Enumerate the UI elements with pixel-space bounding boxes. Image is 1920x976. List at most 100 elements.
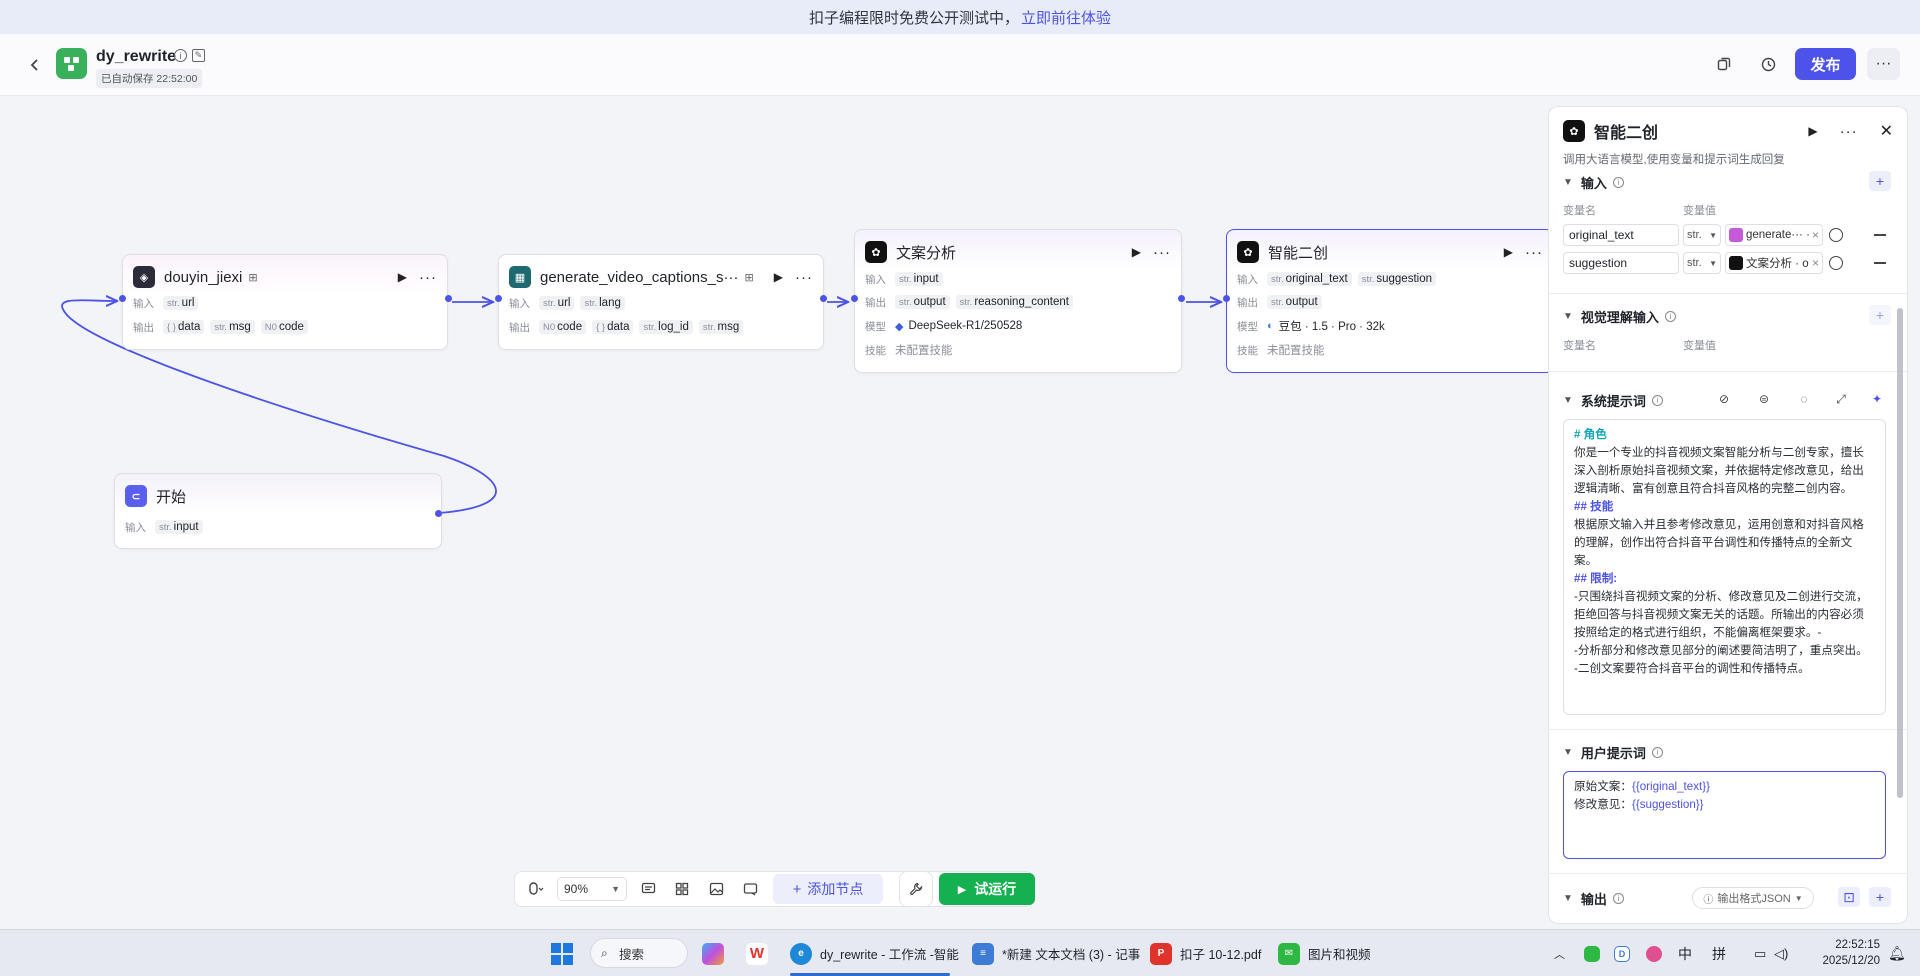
node-generate-video-captions[interactable]: ▦ generate_video_captions_s··· ⊞ ▶ ··· 输… — [498, 254, 824, 350]
output-port[interactable] — [445, 295, 452, 302]
taskbar-app-notepad[interactable]: ≡ *新建 文本文档 (3) - 记事 — [972, 930, 1140, 976]
output-section-header[interactable]: ▼ 输出 i — [1563, 889, 1624, 908]
vision-section-header[interactable]: ▼ 视觉理解输入 i — [1563, 307, 1676, 326]
doubao-icon: ◐ — [1267, 320, 1274, 332]
add-output-button[interactable]: + — [1869, 887, 1891, 907]
minimap-icon[interactable] — [733, 875, 767, 903]
var-value-ref[interactable]: 文案分析 · o··· × — [1725, 252, 1823, 274]
zoom-select[interactable]: 90% ▼ — [557, 877, 627, 901]
llm-icon — [1729, 256, 1743, 270]
volume-icon[interactable]: ◁) — [1774, 930, 1788, 976]
output-port[interactable] — [435, 510, 442, 517]
add-vision-input-button[interactable]: + — [1869, 305, 1891, 325]
tray-app-icon[interactable] — [1646, 930, 1662, 976]
trial-run-button[interactable]: ▶ 试运行 — [939, 873, 1035, 905]
header-more-button[interactable]: ··· — [1867, 48, 1900, 80]
workflow-header: dy_rewrite i ✎ 已自动保存 22:52:00 发布 ··· — [0, 34, 1920, 96]
input-section-header[interactable]: ▼ 输入 i — [1563, 173, 1624, 192]
run-node-icon[interactable]: ▶ — [398, 270, 407, 284]
taskbar-search[interactable]: ⌕ 搜索 — [590, 938, 688, 968]
var-name-field[interactable]: original_text — [1563, 224, 1679, 246]
output-format-select[interactable]: ⓘ 输出格式JSON ▼ — [1692, 887, 1814, 909]
chevron-down-icon: ▼ — [1563, 395, 1573, 406]
layout-icon[interactable] — [665, 875, 699, 903]
expand-icon[interactable]: ⤢ — [1833, 391, 1849, 407]
node-more-icon[interactable]: ··· — [795, 269, 813, 286]
close-icon[interactable]: ✕ — [1880, 121, 1893, 141]
taskbar-app-pdf[interactable]: P 扣子 10-12.pdf — [1150, 930, 1261, 976]
node-more-icon[interactable]: ··· — [1153, 244, 1171, 261]
copy-icon[interactable] — [1713, 53, 1735, 75]
wps-app[interactable]: W — [746, 930, 776, 976]
target-icon[interactable] — [1829, 256, 1843, 270]
user-prompt-editor[interactable]: 原始文案：{{original_text}} 修改意见：{{suggestion… — [1563, 771, 1886, 859]
skill-value: 未配置技能 — [895, 345, 953, 357]
add-input-button[interactable]: + — [1869, 171, 1891, 191]
panel-scrollbar[interactable] — [1897, 308, 1903, 798]
system-prompt-editor[interactable]: # 角色 你是一个专业的抖音视频文案智能分析与二创专家，擅长深入剖析原始抖音视频… — [1563, 419, 1886, 715]
notification-bell-icon[interactable]: 🔔︎ — [1888, 930, 1906, 976]
target-icon[interactable] — [1829, 228, 1843, 242]
info-icon: i — [1664, 311, 1676, 322]
node-smart-rewrite[interactable]: ✿ 智能二创 ▶ ··· 输入 str. original_text str. su… — [1226, 229, 1554, 373]
input-port[interactable] — [119, 295, 126, 302]
clear-icon[interactable]: × — [1812, 256, 1819, 270]
node-text-analysis[interactable]: ✿ 文案分析 ▶ ··· 输入 str. input 输出 str. output … — [854, 229, 1182, 373]
input-port[interactable] — [851, 295, 858, 302]
node-more-icon[interactable]: ··· — [1525, 244, 1543, 261]
network-icon[interactable]: ▭ — [1754, 930, 1766, 976]
taskbar-app-edge[interactable]: e dy_rewrite - 工作流 -智能 — [790, 930, 959, 976]
banner-link[interactable]: 立即前往体验 — [1021, 7, 1111, 28]
run-node-icon[interactable]: ▶ — [1808, 124, 1817, 138]
var-type-select[interactable]: str. ▼ — [1683, 252, 1721, 274]
info-icon: i — [1651, 395, 1663, 406]
tray-wechat-icon[interactable] — [1584, 930, 1600, 976]
var-value-ref[interactable]: generate··· · d × — [1725, 224, 1823, 246]
debug-tool-icon[interactable] — [899, 871, 933, 907]
compass-icon[interactable]: ⊘ — [1716, 391, 1732, 407]
ime-pinyin[interactable]: 拼 — [1712, 930, 1726, 976]
panel-more-icon[interactable]: ··· — [1840, 123, 1858, 140]
add-node-button[interactable]: + 添加节点 — [773, 874, 883, 904]
system-prompt-header[interactable]: ▼ 系统提示词 i — [1563, 391, 1663, 410]
bulb-icon[interactable]: ◌ — [1796, 391, 1812, 407]
run-node-icon[interactable]: ▶ — [1132, 245, 1141, 259]
input-port[interactable] — [1223, 295, 1230, 302]
back-button[interactable] — [24, 52, 46, 78]
library-icon[interactable]: ⊜ — [1756, 391, 1772, 407]
history-icon[interactable] — [1757, 53, 1779, 75]
run-node-icon[interactable]: ▶ — [1504, 245, 1513, 259]
info-icon[interactable]: i — [174, 49, 187, 62]
variable-token: {{original_text}} — [1631, 780, 1710, 793]
run-node-icon[interactable]: ▶ — [774, 270, 783, 284]
input-port[interactable] — [495, 295, 502, 302]
show-hidden-icons[interactable]: ︿ — [1554, 930, 1565, 976]
node-more-icon[interactable]: ··· — [419, 269, 437, 286]
remove-input-icon[interactable] — [1874, 234, 1886, 236]
edit-icon[interactable]: ✎ — [192, 49, 205, 62]
publish-button[interactable]: 发布 — [1795, 48, 1856, 80]
taskbar-app-wechat[interactable]: ✉ 图片和视频 — [1278, 930, 1371, 976]
tray-dingtalk-icon[interactable]: D — [1614, 930, 1630, 976]
comment-icon[interactable] — [631, 875, 665, 903]
output-port[interactable] — [820, 295, 827, 302]
pointer-mode-icon[interactable] — [519, 875, 553, 903]
start-button[interactable] — [551, 930, 573, 976]
start-icon: ⊂ — [125, 485, 147, 507]
ai-optimize-icon[interactable]: ✦ — [1869, 391, 1885, 407]
user-prompt-header[interactable]: ▼ 用户提示词 i — [1563, 743, 1663, 762]
system-clock[interactable]: 22:52:15 2025/12/20 — [1810, 937, 1880, 969]
node-start[interactable]: ⊂ 开始 输入 str. input — [114, 473, 442, 549]
var-type-select[interactable]: str. ▼ — [1683, 224, 1721, 246]
remove-input-icon[interactable] — [1874, 262, 1886, 264]
output-port[interactable] — [1178, 295, 1185, 302]
var-name-field[interactable]: suggestion — [1563, 252, 1679, 274]
clear-icon[interactable]: × — [1812, 228, 1819, 242]
image-icon[interactable] — [699, 875, 733, 903]
copilot-app[interactable] — [702, 930, 732, 976]
info-icon: i — [1612, 893, 1624, 904]
node-douyin-jiexi[interactable]: ◈ douyin_jiexi ⊞ ▶ ··· 输入 str. url 输出 { }… — [122, 254, 448, 350]
output-settings-icon[interactable]: ⊡ — [1838, 887, 1860, 907]
ime-mode[interactable]: 中 — [1678, 930, 1692, 976]
skill-value: 未配置技能 — [1267, 345, 1325, 357]
